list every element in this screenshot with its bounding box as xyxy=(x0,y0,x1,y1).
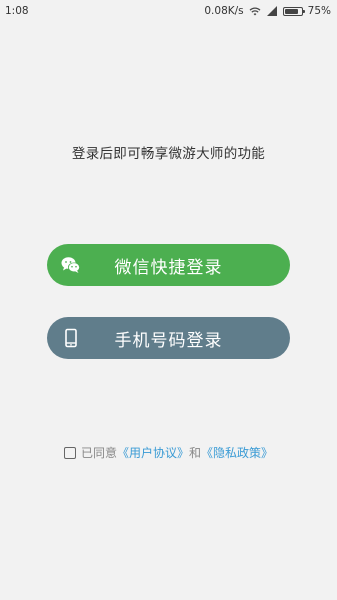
status-right-group: 0.08K/s 75% xyxy=(204,5,331,17)
phone-icon xyxy=(65,328,77,348)
login-subtitle: 登录后即可畅享微游大师的功能 xyxy=(71,146,266,162)
agreement-checkbox[interactable] xyxy=(63,446,76,459)
agreement-row: 已同意 《用户协议》 和 《隐私政策》 xyxy=(0,444,337,461)
battery-fill xyxy=(284,8,298,14)
phone-login-button[interactable]: 手机号码登录 xyxy=(47,317,290,359)
agreement-conjunction: 和 xyxy=(189,446,202,460)
privacy-policy-link[interactable]: 《隐私政策》 xyxy=(201,444,273,461)
network-speed: 0.08K/s xyxy=(204,5,244,17)
wifi-icon xyxy=(249,7,261,16)
wechat-login-button[interactable]: 微信快捷登录 xyxy=(47,244,290,286)
status-bar: 1:08 0.08K/s 75% xyxy=(0,0,337,22)
battery-icon xyxy=(282,6,305,16)
phone-login-label: 手机号码登录 xyxy=(114,330,223,351)
wechat-icon xyxy=(61,257,80,273)
wechat-login-label: 微信快捷登录 xyxy=(114,257,223,278)
battery-percent: 75% xyxy=(307,5,331,17)
agreement-prefix: 已同意 xyxy=(80,446,117,460)
user-agreement-link[interactable]: 《用户协议》 xyxy=(117,444,189,461)
signal-icon xyxy=(266,6,277,16)
status-time: 1:08 xyxy=(5,5,29,17)
